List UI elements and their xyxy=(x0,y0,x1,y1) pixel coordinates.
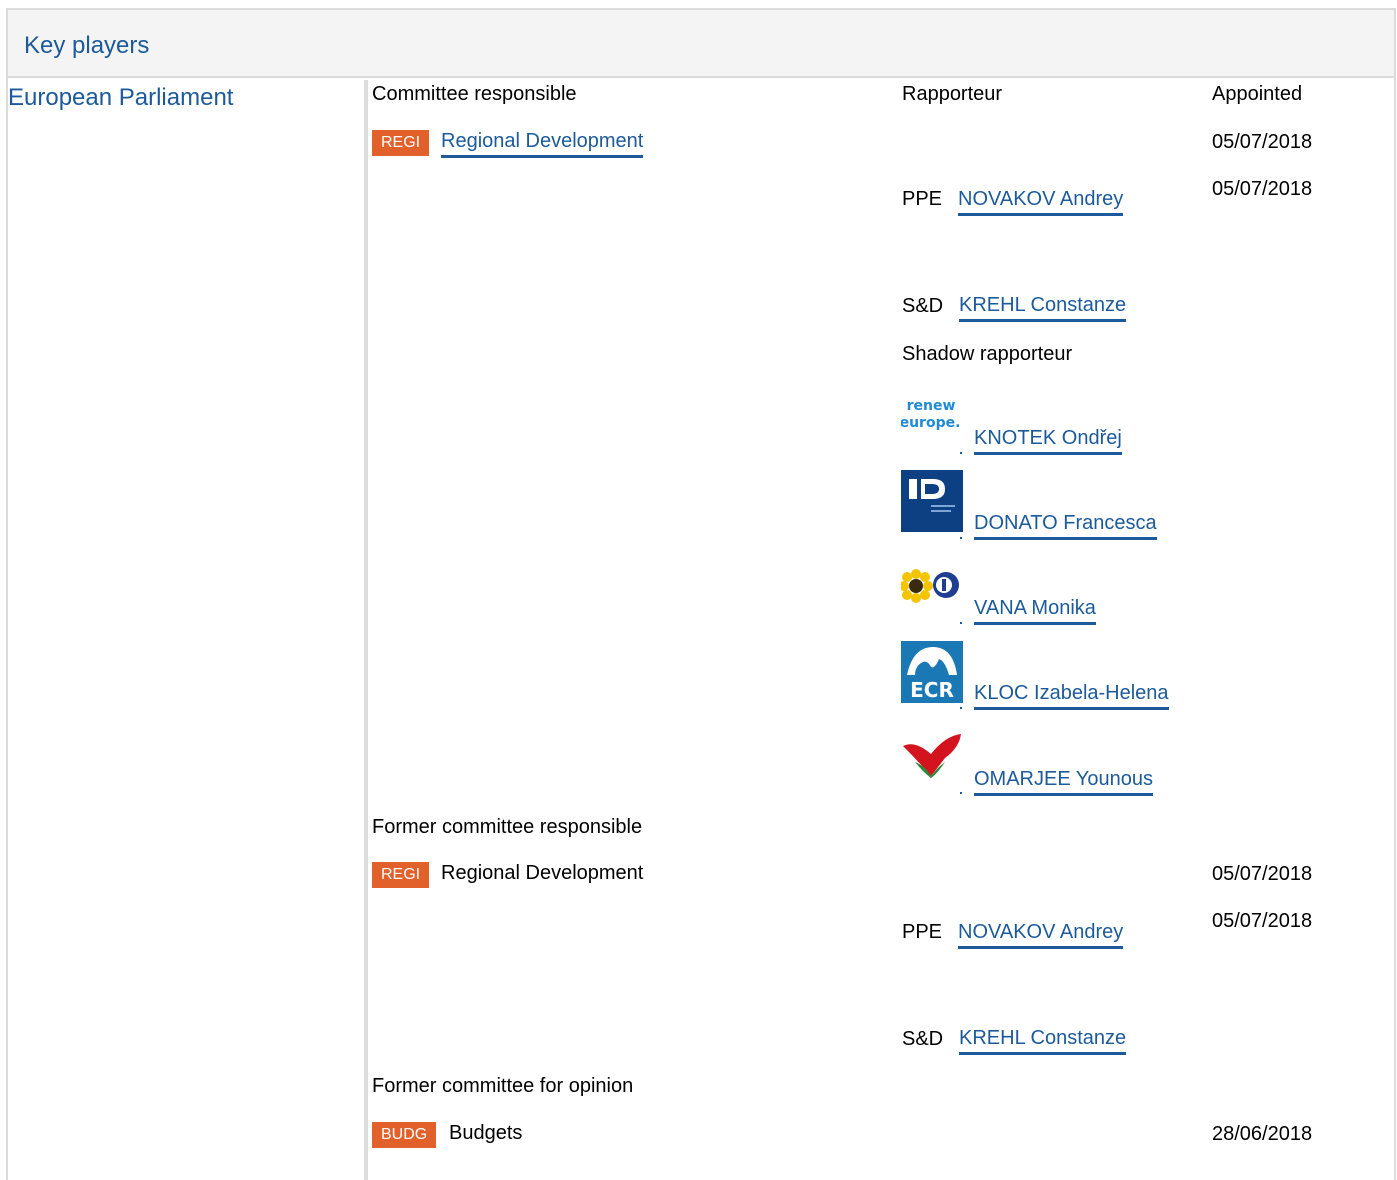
shadow-rapporteur-link[interactable]: KNOTEK Ondřej xyxy=(974,427,1122,455)
shadow-rapporteur-link[interactable]: VANA Monika xyxy=(974,597,1096,625)
panel-title: Key players xyxy=(24,32,150,59)
rapporteur-group: S&D xyxy=(902,295,944,317)
former-committee-code-badge: REGI xyxy=(372,862,430,888)
former-committee-name: Regional Development xyxy=(441,862,644,884)
former-opinion-code-badge: BUDG xyxy=(372,1122,437,1148)
institution-column xyxy=(8,80,368,1180)
former-committee-appointed-date: 05/07/2018 xyxy=(1212,863,1313,885)
former-opinion-appointed-date: 28/06/2018 xyxy=(1212,1123,1313,1145)
committee-column-header: Committee responsible xyxy=(372,83,577,105)
panel-header: Key players xyxy=(8,10,1394,78)
rapporteur-link[interactable]: KREHL Constanze xyxy=(959,294,1127,322)
shadow-rapporteur-link[interactable]: DONATO Francesca xyxy=(974,512,1157,540)
shadow-rapporteur-link[interactable]: OMARJEE Younous xyxy=(974,768,1153,796)
rapporteur-link[interactable]: NOVAKOV Andrey xyxy=(958,188,1124,216)
rapporteur-appointed-date: 05/07/2018 xyxy=(1212,910,1313,932)
gue-ngl-logo xyxy=(901,732,961,780)
rapporteur-appointed-date: 05/07/2018 xyxy=(1212,178,1313,200)
rapporteur-link[interactable]: NOVAKOV Andrey xyxy=(958,921,1124,949)
rapporteur-group: PPE xyxy=(902,188,943,210)
committee-appointed-date: 05/07/2018 xyxy=(1212,131,1313,153)
former-opinion-name: Budgets xyxy=(449,1122,523,1144)
rapporteur-link[interactable]: KREHL Constanze xyxy=(959,1027,1127,1055)
committee-link[interactable]: Regional Development xyxy=(441,130,644,158)
rapporteur-column-header: Rapporteur xyxy=(902,83,1003,105)
institution-label: European Parliament xyxy=(8,84,234,111)
svg-text:europe.: europe. xyxy=(901,415,960,431)
renew-europe-logo: renew europe. xyxy=(900,386,961,448)
ecr-logo: ECR xyxy=(901,641,963,703)
shadow-rapporteur-label: Shadow rapporteur xyxy=(902,343,1073,365)
svg-text:ECR: ECR xyxy=(910,678,954,702)
shadow-rapporteur-link[interactable]: KLOC Izabela-Helena xyxy=(974,682,1169,710)
former-committee-label: Former committee responsible xyxy=(372,816,643,838)
appointed-column-header: Appointed xyxy=(1212,83,1303,105)
key-players-panel: Key players xyxy=(6,8,1396,1180)
greens-efa-logo xyxy=(899,568,961,606)
committee-code-badge: REGI xyxy=(372,130,430,156)
rapporteur-group: PPE xyxy=(902,921,943,943)
id-group-logo xyxy=(901,470,963,532)
former-opinion-label: Former committee for opinion xyxy=(372,1075,634,1097)
rapporteur-group: S&D xyxy=(902,1028,944,1050)
svg-text:renew: renew xyxy=(907,398,956,414)
